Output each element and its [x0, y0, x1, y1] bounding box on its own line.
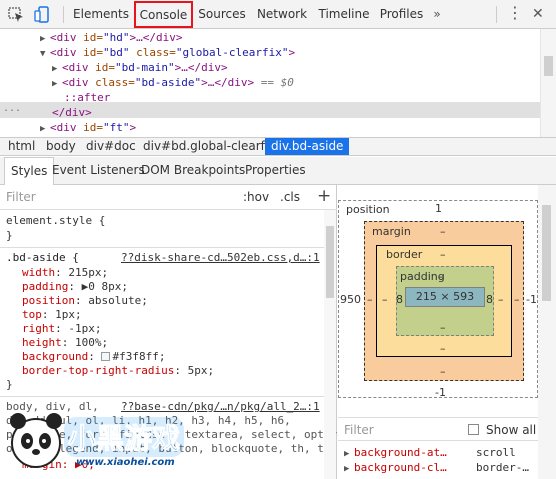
computed-property-value: border-… [476, 461, 529, 474]
css-property[interactable]: width: 215px; [22, 266, 108, 280]
tab-sources[interactable]: Sources [197, 0, 247, 29]
margin-left-value[interactable]: – [367, 293, 373, 306]
node-ellipsis[interactable]: ... [3, 103, 21, 114]
padding-bottom-value[interactable]: – [440, 321, 446, 334]
show-all-label: Show all [486, 423, 537, 437]
css-property[interactable]: top: 1px; [22, 308, 82, 322]
tab-profiles[interactable]: Profiles [378, 0, 425, 29]
margin-right-value[interactable]: – [514, 293, 520, 306]
sidebar-tabs: Styles Event Listeners DOM Breakpoints P… [0, 157, 556, 185]
class-toggle[interactable]: .cls [280, 190, 300, 204]
box-content-size[interactable]: 215 × 593 [405, 287, 485, 307]
element-style-close: } [6, 229, 13, 242]
rule-source-link[interactable]: ??disk-share-cd…502eb.css,d…:1 [121, 251, 320, 265]
watermark-url: www.xiaohei.com [76, 457, 175, 468]
add-rule-icon[interactable]: + [317, 186, 331, 206]
toolbar-separator [496, 6, 497, 23]
border-right-value[interactable]: – [498, 293, 504, 306]
breadcrumb-body[interactable]: body [46, 138, 76, 155]
tab-console[interactable]: Console [134, 1, 193, 28]
rule-close: } [6, 378, 13, 391]
watermark-brand: 小黑游戏 [67, 422, 181, 456]
expand-arrow-icon[interactable]: ▶ [40, 122, 50, 137]
dom-node-hd[interactable]: ▶ <div id="hd">…</div> [40, 30, 182, 45]
margin-top-value[interactable]: – [440, 225, 446, 238]
tab-dom-breakpoints[interactable]: DOM Breakpoints [141, 157, 245, 184]
rule-selector[interactable]: .bd-aside { [6, 251, 79, 265]
breadcrumb-div-bd[interactable]: div#bd.global-clearfix [143, 138, 275, 155]
styles-filter-bar: Filter :hov .cls + [0, 185, 337, 210]
border-bottom-value[interactable]: – [440, 342, 446, 355]
position-bottom-value[interactable]: -1 [435, 386, 446, 399]
rule-divider [0, 396, 324, 397]
breadcrumb-div-bd-aside[interactable]: div.bd-aside [265, 138, 350, 155]
dom-node-bd-aside[interactable]: ▶ <div class="bd-aside">…</div> == $0 [52, 75, 294, 90]
element-style-selector: element.style { [6, 214, 106, 227]
dom-node-bd[interactable]: ▼ <div id="bd" class="global-clearfix"> [40, 45, 295, 60]
padding-right-value[interactable]: 8 [486, 293, 493, 306]
computed-property-row[interactable]: ▶ background-at… [344, 445, 447, 460]
padding-top-value[interactable]: – [438, 270, 444, 283]
dom-pseudo-after[interactable]: ::after [64, 90, 110, 105]
border-top-value[interactable]: – [440, 248, 446, 261]
toolbar-separator [63, 6, 64, 23]
css-property[interactable]: right: -1px; [22, 322, 102, 336]
dom-node-bd-main[interactable]: ▶ <div id="bd-main">…</div> [52, 60, 228, 75]
css-property[interactable]: border-top-right-radius: 5px; [22, 364, 214, 378]
margin-label: margin [372, 225, 411, 238]
computed-filter-input[interactable]: Filter [344, 423, 374, 437]
close-icon[interactable]: ✕ [532, 6, 544, 22]
computed-filter-bar: Filter Show all [338, 417, 538, 441]
tab-network[interactable]: Network [254, 0, 310, 29]
computed-property-row[interactable]: ▶ background-cl… [344, 460, 447, 475]
dom-node-ft[interactable]: ▶ <div id="ft"> [40, 120, 136, 135]
scrollbar-thumb[interactable] [544, 56, 553, 76]
dom-close-div[interactable]: </div> [52, 105, 92, 120]
css-property[interactable]: background: #f3f8ff; [22, 350, 165, 364]
scrollbar-thumb[interactable] [542, 205, 551, 301]
css-property[interactable]: height: 100%; [22, 336, 108, 350]
styles-filter-input[interactable]: Filter [6, 190, 36, 204]
scrollbar-thumb[interactable] [326, 226, 334, 298]
padding-left-value[interactable]: 8 [396, 293, 403, 306]
tab-styles[interactable]: Styles [4, 157, 55, 185]
watermark-logo: 小黑游戏 www.xiaohei.com [8, 405, 194, 475]
tab-elements[interactable]: Elements [72, 0, 130, 29]
position-left-value[interactable]: 950 [340, 293, 361, 306]
color-swatch[interactable] [101, 352, 111, 361]
collapse-arrow-icon[interactable]: ▼ [40, 47, 50, 62]
customize-menu-icon[interactable]: ⋮ [507, 3, 523, 22]
dom-tree: ... ▶ <div id="hd">…</div> ▼ <div id="bd" … [0, 29, 540, 137]
rule-divider [0, 247, 324, 248]
border-left-value[interactable]: – [382, 293, 388, 306]
more-tabs-icon[interactable]: » [430, 0, 444, 29]
css-property[interactable]: padding: ▶0 8px; [22, 280, 128, 294]
breadcrumb: html body div#doc div#bd.global-clearfix… [0, 137, 556, 156]
computed-property-value: scroll [476, 446, 516, 459]
border-label: border [386, 248, 423, 261]
breadcrumb-div-doc[interactable]: div#doc [86, 138, 136, 155]
position-top-value[interactable]: 1 [435, 202, 442, 215]
margin-bottom-value[interactable]: – [440, 365, 446, 378]
hover-state-toggle[interactable]: :hov [243, 190, 269, 204]
expand-arrow-icon[interactable]: ▶ [344, 462, 354, 477]
devtools-toolbar: Elements Console Sources Network Timelin… [0, 0, 556, 29]
position-label: position [346, 203, 390, 216]
tab-timeline[interactable]: Timeline [317, 0, 371, 29]
device-mode-icon[interactable] [32, 5, 52, 24]
show-all-checkbox[interactable] [468, 424, 479, 435]
tab-properties[interactable]: Properties [245, 157, 306, 184]
styles-scrollbar[interactable] [324, 210, 336, 479]
position-right-value[interactable]: -1 [526, 293, 537, 306]
box-model-scrollbar[interactable] [538, 185, 556, 479]
expand-arrow-icon[interactable]: ▶ [52, 77, 62, 92]
inspect-element-icon[interactable] [6, 5, 26, 24]
dom-tree-scrollbar[interactable] [540, 29, 556, 137]
breadcrumb-html[interactable]: html [8, 138, 35, 155]
tab-event-listeners[interactable]: Event Listeners [52, 157, 145, 184]
css-property[interactable]: position: absolute; [22, 294, 148, 308]
box-model-pane: position 1 950 -1 -1 margin – – – – bord… [338, 185, 556, 479]
